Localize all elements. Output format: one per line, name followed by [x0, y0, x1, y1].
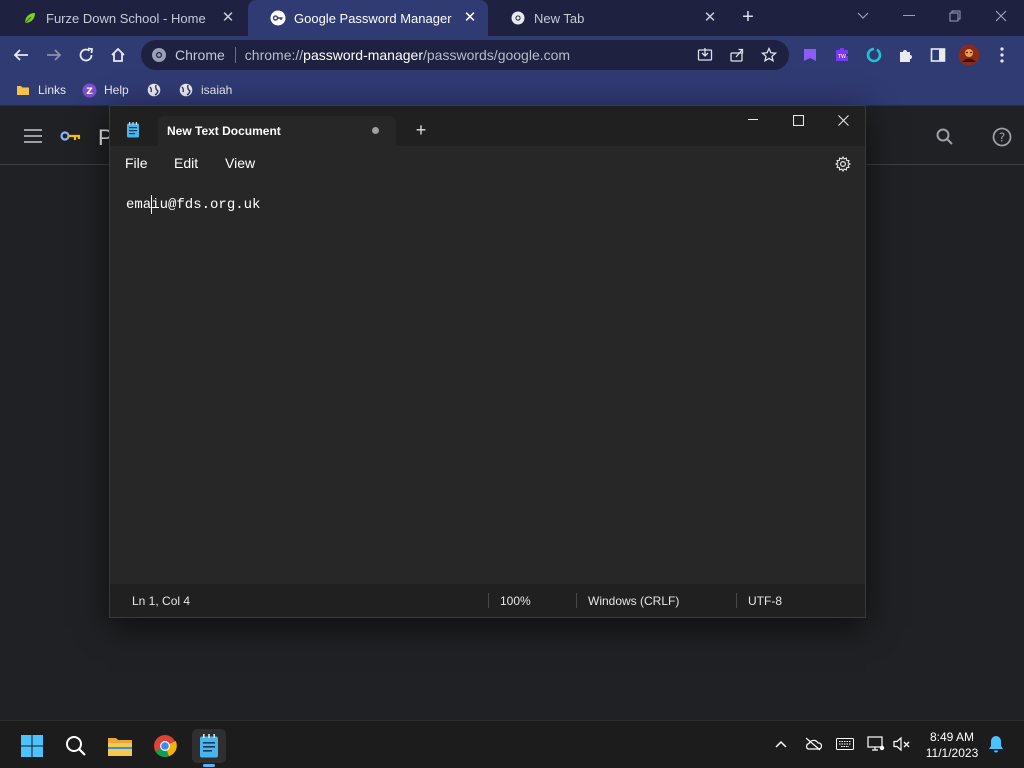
line-ending: Windows (CRLF) — [588, 594, 680, 608]
folder-icon — [15, 82, 31, 98]
password-manager-key-icon — [270, 10, 286, 26]
document-content: emaiu@fds.org.uk — [126, 197, 261, 213]
file-explorer-icon[interactable] — [103, 729, 137, 763]
tab-new-tab[interactable]: New Tab ✕ — [488, 0, 728, 36]
status-divider — [736, 593, 737, 608]
chrome-taskbar-icon[interactable] — [148, 729, 182, 763]
bookmark-label: isaiah — [201, 83, 233, 97]
profile-avatar[interactable] — [957, 43, 981, 67]
restore-icon[interactable] — [932, 0, 978, 32]
forward-arrow-icon[interactable] — [42, 43, 66, 67]
search-icon[interactable] — [936, 128, 954, 151]
bookmarks-bar: Links Z Help isaiah — [0, 74, 1024, 106]
status-divider — [576, 593, 577, 608]
globe-icon — [178, 82, 194, 98]
browser-tab-strip: Furze Down School - Home ✕ Google Passwo… — [0, 0, 1024, 36]
tab-title: Google Password Manager — [294, 10, 452, 26]
notepad-close-icon[interactable] — [820, 106, 866, 134]
tab-title: New Tab — [534, 10, 585, 26]
close-window-icon[interactable] — [978, 0, 1024, 32]
extensions-puzzle-icon[interactable] — [894, 43, 918, 67]
home-icon[interactable] — [106, 43, 130, 67]
close-tab-icon[interactable]: ✕ — [220, 10, 236, 26]
back-arrow-icon[interactable] — [9, 43, 33, 67]
tab-google-password-manager[interactable]: Google Password Manager ✕ — [248, 0, 488, 36]
help-z-icon: Z — [81, 82, 97, 98]
taskbar-search-icon[interactable] — [59, 729, 93, 763]
share-icon[interactable] — [729, 47, 745, 63]
notepad-document-tab[interactable]: New Text Document — [158, 116, 396, 146]
clock-date: 11/1/2023 — [925, 746, 979, 760]
notepad-status-bar: Ln 1, Col 4 100% Windows (CRLF) UTF-8 — [110, 584, 865, 617]
menu-edit[interactable]: Edit — [174, 155, 198, 171]
onedrive-offline-icon[interactable] — [804, 735, 822, 753]
bookmark-label: Help — [104, 83, 129, 97]
reload-icon[interactable] — [74, 43, 98, 67]
unsaved-indicator-icon[interactable] — [372, 127, 379, 134]
close-tab-icon[interactable]: ✕ — [702, 10, 718, 26]
leaf-icon — [22, 10, 38, 26]
notepad-maximize-icon[interactable] — [775, 106, 821, 134]
text-caret — [151, 195, 152, 214]
url-text: chrome://password-manager/passwords/goog… — [244, 47, 571, 63]
volume-muted-icon[interactable] — [893, 735, 911, 753]
taskbar-clock[interactable]: 8:49 AM 11/1/2023 — [918, 729, 986, 761]
notepad-new-tab-button[interactable]: + — [412, 121, 430, 139]
settings-gear-icon[interactable] — [834, 155, 852, 173]
bookmark-links[interactable]: Links — [15, 82, 66, 98]
hamburger-menu-icon[interactable] — [24, 129, 42, 148]
document-title: New Text Document — [167, 124, 281, 138]
menu-view[interactable]: View — [225, 155, 255, 171]
notification-bell-icon[interactable] — [987, 735, 1005, 753]
extension-tw-icon[interactable]: TW — [830, 43, 854, 67]
notepad-app-icon — [126, 122, 142, 138]
side-panel-icon[interactable] — [926, 43, 950, 67]
keyboard-icon[interactable] — [836, 735, 854, 753]
status-divider — [488, 593, 489, 608]
password-manager-logo-icon — [60, 129, 82, 148]
minimize-icon[interactable] — [886, 0, 932, 32]
show-hidden-icons-chevron-icon[interactable] — [772, 735, 790, 753]
chrome-page-icon — [151, 47, 167, 63]
svg-text:TW: TW — [837, 54, 846, 60]
notepad-taskbar-icon[interactable] — [192, 729, 226, 767]
bookmark-globe[interactable] — [146, 82, 169, 98]
site-chip-label: Chrome — [175, 47, 225, 63]
omnibox-divider — [234, 47, 236, 63]
extension-refresh-teal-icon[interactable] — [862, 43, 886, 67]
close-tab-icon[interactable]: ✕ — [462, 10, 478, 26]
install-app-icon[interactable] — [697, 47, 713, 63]
notepad-titlebar[interactable]: New Text Document + — [110, 106, 865, 146]
tab-furze-down-school[interactable]: Furze Down School - Home ✕ — [0, 0, 246, 36]
svg-text:?: ? — [999, 131, 1005, 145]
encoding: UTF-8 — [748, 594, 782, 608]
notepad-minimize-icon[interactable] — [730, 106, 776, 134]
extension-purple-icon[interactable] — [798, 43, 822, 67]
help-circle-icon[interactable]: ? — [992, 127, 1012, 152]
tab-search-chevron-icon[interactable] — [840, 0, 886, 32]
more-menu-icon[interactable] — [990, 43, 1014, 67]
tab-title: Furze Down School - Home — [46, 10, 206, 26]
text-editor-area[interactable]: emaiu@fds.org.uk — [110, 182, 865, 584]
start-windows-icon[interactable] — [15, 729, 49, 763]
globe-icon — [146, 82, 162, 98]
clock-time: 8:49 AM — [929, 730, 975, 744]
bookmark-label: Links — [38, 83, 67, 97]
zoom-level: 100% — [500, 594, 531, 608]
bookmark-help[interactable]: Z Help — [81, 82, 129, 98]
svg-text:Z: Z — [86, 87, 93, 97]
network-monitor-icon[interactable] — [867, 735, 885, 753]
bookmark-star-icon[interactable] — [761, 47, 777, 63]
new-tab-button[interactable]: + — [738, 7, 758, 27]
windows-taskbar: 8:49 AM 11/1/2023 — [0, 720, 1024, 768]
bookmark-isaiah[interactable]: isaiah — [178, 82, 232, 98]
browser-toolbar: Chrome chrome://password-manager/passwor… — [0, 36, 1024, 74]
menu-file[interactable]: File — [125, 155, 148, 171]
address-bar[interactable]: Chrome chrome://password-manager/passwor… — [141, 40, 789, 70]
notepad-menubar: File Edit View — [110, 146, 865, 182]
cursor-position: Ln 1, Col 4 — [132, 594, 191, 608]
chrome-icon — [510, 10, 526, 26]
notepad-window: New Text Document + File Edit View emaiu… — [109, 105, 866, 618]
